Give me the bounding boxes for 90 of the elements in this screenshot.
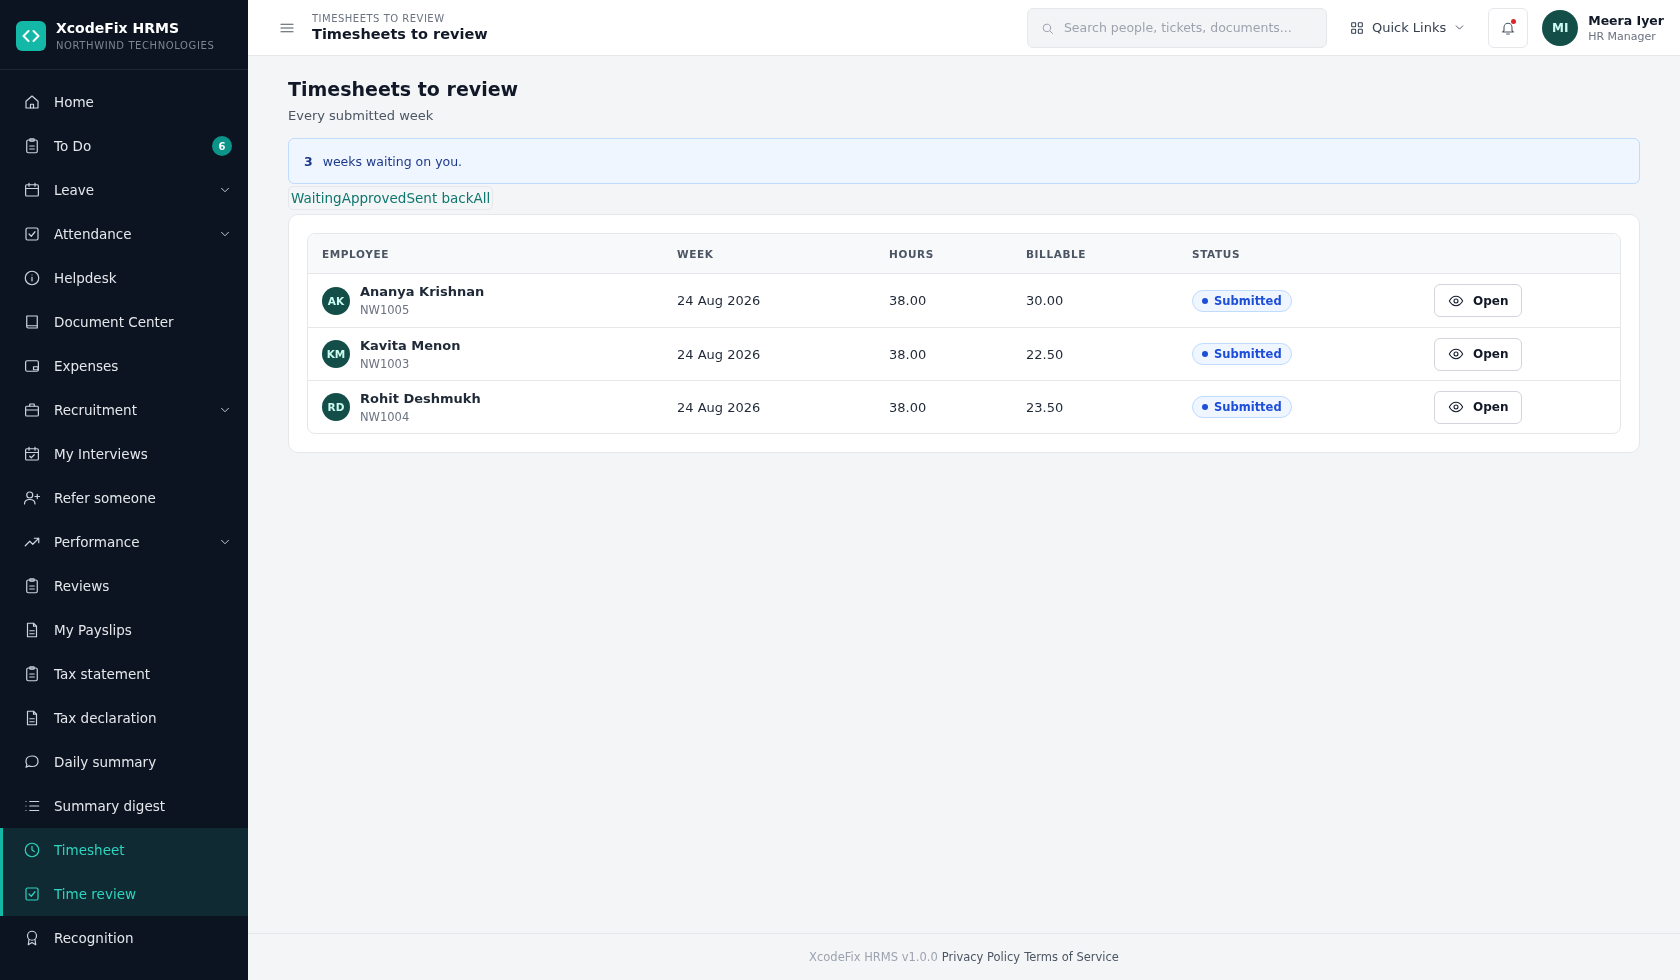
- sidebar-item[interactable]: Attendance: [0, 212, 248, 256]
- quick-links-button[interactable]: Quick Links: [1340, 13, 1475, 42]
- sidebar-item[interactable]: Daily summary: [0, 740, 248, 784]
- table-cell: 22.50: [1026, 346, 1064, 362]
- sidebar-item[interactable]: Recruitment: [0, 388, 248, 432]
- open-button[interactable]: Open: [1434, 284, 1523, 317]
- sidebar-item[interactable]: Time review: [0, 872, 248, 916]
- sidebar-item[interactable]: Helpdesk: [0, 256, 248, 300]
- clock-icon: [23, 841, 41, 859]
- sidebar-item[interactable]: Expenses: [0, 344, 248, 388]
- organization-name: NORTHWIND TECHNOLOGIES: [56, 40, 215, 51]
- notifications-button[interactable]: [1488, 7, 1529, 48]
- sidebar-item[interactable]: Document Center: [0, 300, 248, 344]
- clipboard-icon: [23, 665, 41, 683]
- breadcrumb: TIMESHEETS TO REVIEW: [312, 13, 446, 24]
- employee-id: NW1005: [360, 303, 411, 317]
- page-title: Timesheets to review: [312, 26, 488, 42]
- version-text: XcodeFix HRMS v1.0.0: [809, 950, 938, 964]
- footer-link[interactable]: Terms of Service: [1024, 950, 1119, 964]
- table-cell: 23.50: [1026, 399, 1064, 415]
- wallet-icon: [23, 357, 41, 375]
- table-cell: 38.00: [889, 293, 927, 308]
- table-cell: 30.00: [1026, 293, 1064, 308]
- user-add-icon: [23, 489, 41, 507]
- app-name: XcodeFix HRMS: [56, 20, 180, 36]
- briefcase-icon: [23, 401, 41, 419]
- book-icon: [23, 313, 41, 331]
- employee-name: Rohit Deshmukh: [360, 390, 481, 406]
- user-avatar[interactable]: MI: [1542, 9, 1579, 46]
- eye-icon: [1448, 346, 1464, 362]
- column-header: EMPLOYEE: [322, 247, 390, 260]
- column-header: HOURS: [889, 247, 935, 260]
- employee-avatar: KM: [322, 340, 350, 368]
- status-badge: Submitted: [1192, 343, 1292, 365]
- table-cell: 24 Aug 2026: [677, 346, 761, 362]
- sidebar-item[interactable]: Performance: [0, 520, 248, 564]
- sidebar-item[interactable]: To Do 6: [0, 124, 248, 168]
- status-badge: Submitted: [1192, 289, 1292, 312]
- employee-id: NW1004: [360, 409, 411, 424]
- eye-icon: [1448, 399, 1464, 415]
- grid-icon: [1348, 19, 1365, 36]
- info-icon: [23, 269, 41, 287]
- clipboard-icon: [23, 137, 41, 155]
- filter-tab[interactable]: Approved: [341, 188, 407, 208]
- employee-avatar: AK: [322, 286, 350, 315]
- sidebar-item[interactable]: Leave: [0, 168, 248, 212]
- count-badge: 6: [212, 136, 232, 156]
- home-icon: [23, 93, 41, 111]
- sidebar-item[interactable]: Recognition: [0, 916, 248, 960]
- search-field[interactable]: Search people, tickets, documents...: [1026, 7, 1327, 48]
- table-cell: 24 Aug 2026: [677, 399, 761, 415]
- chat-icon: [23, 753, 41, 771]
- sidebar-item[interactable]: Tax declaration: [0, 696, 248, 740]
- user-role: HR Manager: [1588, 29, 1657, 43]
- calendar-icon: [23, 181, 41, 199]
- checkbox-icon: [23, 225, 41, 243]
- column-header: STATUS: [1192, 247, 1242, 260]
- clipboard-icon: [23, 577, 41, 595]
- employee-id: NW1003: [360, 356, 411, 371]
- filter-tab[interactable]: Waiting: [291, 188, 342, 208]
- sidebar-item[interactable]: Home: [0, 80, 248, 124]
- employee-avatar: RD: [322, 393, 350, 421]
- waiting-count: 3: [304, 153, 313, 169]
- sidebar-item[interactable]: My Payslips: [0, 608, 248, 652]
- sidebar-item[interactable]: My Interviews: [0, 432, 248, 476]
- page-subtitle: Every submitted week: [288, 108, 435, 123]
- open-button[interactable]: Open: [1434, 390, 1523, 424]
- filter-tab[interactable]: All: [473, 188, 491, 208]
- code-logo-icon: [16, 20, 46, 51]
- filter-tab[interactable]: Sent back: [406, 188, 474, 208]
- employee-name: Ananya Krishnan: [360, 284, 485, 299]
- sidebar-item[interactable]: Summary digest: [0, 784, 248, 828]
- sidebar-item[interactable]: Tax statement: [0, 652, 248, 696]
- sidebar-item[interactable]: Timesheet: [0, 828, 248, 872]
- sidebar-item[interactable]: Reviews: [0, 564, 248, 608]
- column-header: WEEK: [677, 247, 715, 260]
- checkbox-icon: [23, 885, 41, 903]
- employee-name: Kavita Menon: [360, 337, 461, 353]
- page-heading: Timesheets to review: [288, 78, 520, 100]
- table-cell: 38.00: [889, 346, 927, 362]
- sidebar-item[interactable]: Refer someone: [0, 476, 248, 520]
- footer-link[interactable]: Privacy Policy: [941, 950, 1021, 964]
- column-header: BILLABLE: [1026, 247, 1088, 260]
- open-button[interactable]: Open: [1434, 337, 1523, 371]
- status-badge: Submitted: [1192, 396, 1292, 418]
- table-cell: 38.00: [889, 399, 927, 415]
- user-name: Meera Iyer: [1588, 12, 1664, 28]
- banner-text: weeks waiting on you.: [322, 153, 463, 169]
- table-cell: 24 Aug 2026: [677, 293, 761, 308]
- calendar-check-icon: [23, 445, 41, 463]
